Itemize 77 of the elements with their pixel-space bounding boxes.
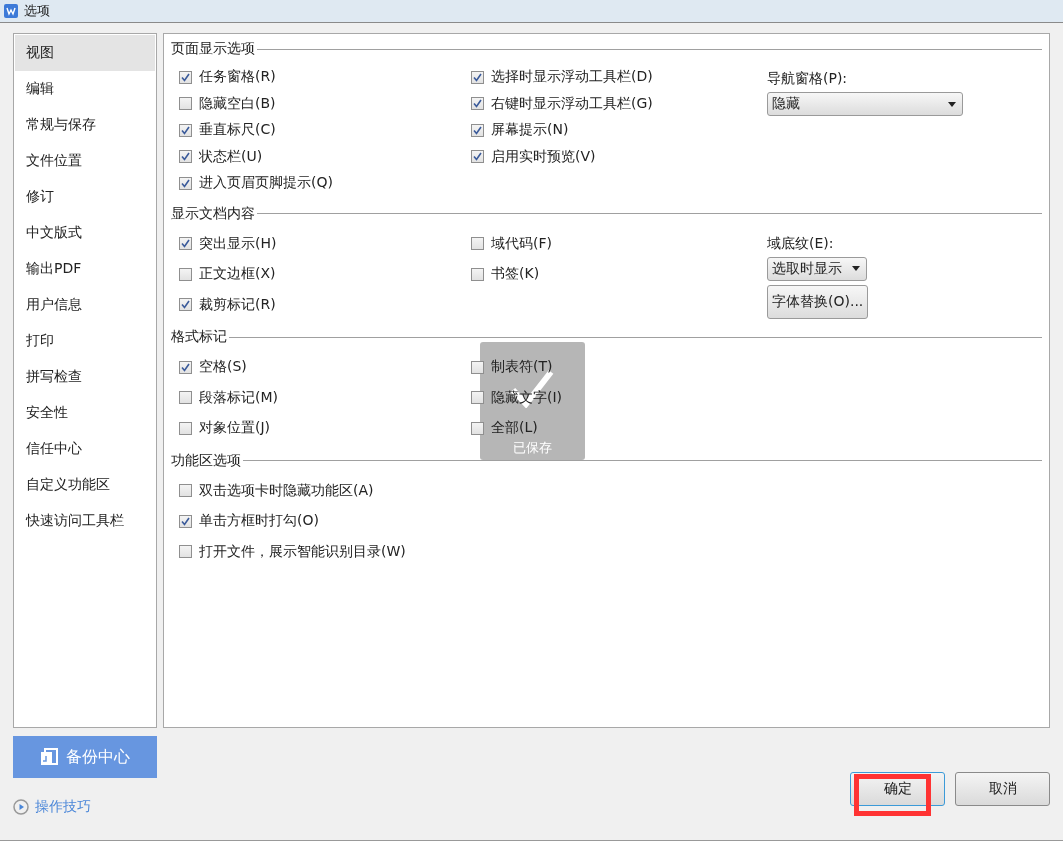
dropdown[interactable]: 选取时显示: [767, 256, 867, 281]
checkbox-label: 对象位置(J): [199, 419, 271, 438]
section-title: 格式标记: [171, 328, 227, 346]
checkbox[interactable]: [179, 421, 192, 435]
checkbox-label: 域代码(F): [491, 234, 552, 253]
checkbox[interactable]: [471, 70, 484, 84]
checkbox[interactable]: [471, 237, 484, 251]
checkbox-label: 屏幕提示(N): [491, 121, 569, 140]
checkbox[interactable]: [179, 237, 192, 251]
section-title: 显示文档内容: [171, 204, 255, 223]
checkbox[interactable]: [471, 150, 484, 164]
toast-text: 已保存: [513, 439, 552, 457]
sidebar-item[interactable]: 文件位置: [15, 143, 155, 179]
checkbox-label: 全部(L): [491, 419, 538, 438]
checkbox[interactable]: [179, 514, 192, 528]
checkbox-label: 隐藏文字(I): [491, 388, 563, 407]
checkbox-label: 书签(K): [491, 265, 540, 284]
checkbox[interactable]: [471, 421, 484, 435]
checkbox[interactable]: [179, 150, 192, 164]
checkbox[interactable]: [179, 391, 192, 405]
checkbox[interactable]: [179, 298, 192, 312]
checkbox-label: 单击方框时打勾(O): [199, 512, 319, 531]
checkbox-label: 任务窗格(R): [199, 68, 276, 87]
checkbox[interactable]: [471, 391, 484, 405]
checkbox[interactable]: [179, 484, 192, 498]
sidebar-item[interactable]: 信任中心: [15, 431, 155, 467]
caret-icon: [852, 266, 860, 271]
checkbox-label: 段落标记(M): [199, 388, 278, 407]
sidebar-item[interactable]: 快速访问工具栏: [15, 503, 155, 539]
checkbox[interactable]: [179, 123, 192, 137]
checkbox[interactable]: [471, 123, 484, 137]
checkbox-label: 隐藏空白(B): [199, 94, 276, 113]
checkbox[interactable]: [471, 97, 484, 111]
caret-icon: [948, 101, 956, 107]
sidebar-item[interactable]: 视图: [15, 35, 155, 71]
sidebar-item[interactable]: 输出PDF: [15, 251, 155, 287]
window-title: 选项: [24, 2, 50, 20]
field-label: 域底纹(E):: [767, 234, 835, 253]
sidebar-item[interactable]: 修订: [15, 179, 155, 215]
sidebar-item[interactable]: 常规与保存: [15, 107, 155, 143]
checkbox[interactable]: [179, 176, 192, 190]
checkbox-label: 启用实时预览(V): [491, 147, 596, 166]
font-substitution-button[interactable]: 字体替换(O)...: [767, 284, 869, 319]
checkbox[interactable]: [471, 360, 484, 374]
checkbox[interactable]: [471, 267, 484, 281]
checkbox[interactable]: [179, 70, 192, 84]
checkbox-label: 状态栏(U): [199, 147, 263, 166]
checkbox[interactable]: [179, 360, 192, 374]
section-title: 功能区选项: [171, 451, 241, 470]
sidebar-item[interactable]: 用户信息: [15, 287, 155, 323]
checkbox-label: 裁剪标记(R): [199, 295, 276, 314]
checkbox-label: 打开文件，展示智能识别目录(W): [199, 542, 406, 561]
checkbox-label: 双击选项卡时隐藏功能区(A): [199, 481, 374, 500]
checkbox[interactable]: [179, 545, 192, 559]
sidebar-item[interactable]: 打印: [15, 323, 155, 359]
sidebar-item[interactable]: 中文版式: [15, 215, 155, 251]
field-label: 导航窗格(P):: [767, 70, 849, 88]
checkbox-label: 制表符(T): [491, 358, 553, 377]
checkbox-label: 垂直标尺(C): [199, 121, 276, 140]
checkbox-label: 突出显示(H): [199, 234, 277, 253]
checkbox-label: 正文边框(X): [199, 265, 276, 284]
checkbox[interactable]: [179, 97, 192, 111]
checkbox-label: 右键时显示浮动工具栏(G): [491, 94, 653, 113]
play-icon: [13, 799, 29, 815]
dropdown[interactable]: 隐藏: [767, 92, 963, 116]
app-icon: [4, 4, 18, 18]
sidebar-item[interactable]: 自定义功能区: [15, 467, 155, 503]
section-title: 页面显示选项: [171, 40, 255, 58]
checkbox-label: 空格(S): [199, 358, 247, 377]
sidebar-item[interactable]: 拼写检查: [15, 359, 155, 395]
document-icon: [40, 748, 58, 766]
checkbox[interactable]: [179, 267, 192, 281]
sidebar-item[interactable]: 安全性: [15, 395, 155, 431]
sidebar-item[interactable]: 编辑: [15, 71, 155, 107]
dialog-button[interactable]: 取消: [955, 772, 1050, 806]
checkbox-label: 选择时显示浮动工具栏(D): [491, 68, 653, 87]
checkbox-label: 进入页眉页脚提示(Q): [199, 174, 333, 193]
